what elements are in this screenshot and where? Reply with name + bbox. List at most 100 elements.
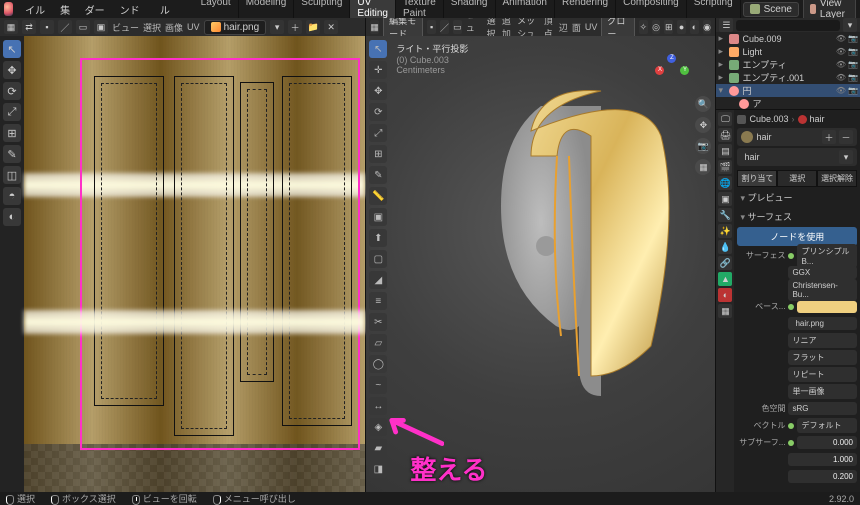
gizmo-x[interactable]: X (655, 66, 664, 75)
eye-icon[interactable]: 👁 (836, 47, 846, 56)
uv-editor-type-icon[interactable]: ▦ (4, 20, 18, 34)
uv-menu-view[interactable]: ビュー (112, 21, 139, 34)
view-tool-inset[interactable]: ▢ (369, 250, 387, 268)
mode-selector[interactable]: 編集モード (383, 18, 423, 36)
uv-island[interactable] (240, 82, 274, 382)
uv-tool-annotate[interactable]: ✎ (3, 145, 21, 163)
view-tool-rip[interactable]: ◨ (369, 460, 387, 478)
view-tool-addcube[interactable]: ▣ (369, 208, 387, 226)
proptab-render[interactable]: 🖵 (718, 112, 732, 126)
basecolor-swatch[interactable] (797, 301, 857, 313)
slot-add-icon[interactable]: ＋ (822, 130, 836, 144)
view-tool-bevel[interactable]: ◢ (369, 271, 387, 289)
proptab-material[interactable]: ◐ (718, 288, 732, 302)
uv-island[interactable] (174, 76, 234, 436)
surface-shader-select[interactable]: プリンシプルB... (797, 244, 857, 268)
source-select[interactable]: 単一画像 (788, 384, 857, 399)
uv-image-new-icon[interactable]: ＋ (288, 20, 302, 34)
view-tool-rotate[interactable]: ⟳ (369, 103, 387, 121)
view-tool-shrink[interactable]: ◈ (369, 418, 387, 436)
projection-select[interactable]: フラット (788, 350, 857, 365)
material-browse-icon[interactable]: ▾ (839, 150, 853, 164)
eye-icon[interactable]: 👁 (836, 86, 846, 95)
interp-select[interactable]: リニア (788, 333, 857, 348)
uv-edge-select-icon[interactable]: ／ (58, 20, 72, 34)
view-tool-extrude[interactable]: ⬆ (369, 229, 387, 247)
uv-tool-transform[interactable]: ⊞ (3, 124, 21, 142)
uv-vert-select-icon[interactable]: ▪ (40, 20, 54, 34)
uv-face-select-icon[interactable]: ▭ (76, 20, 90, 34)
gizmo-y[interactable]: Y (680, 66, 689, 75)
view-tool-move[interactable]: ✥ (369, 82, 387, 100)
outliner-row[interactable]: ▸Light👁📷 (716, 45, 860, 58)
proptab-viewlayer[interactable]: ▤ (718, 144, 732, 158)
subsurface-value[interactable]: 0.000 (797, 436, 857, 449)
viewport-type-icon[interactable]: ▦ (370, 20, 379, 34)
view-tool-measure[interactable]: 📏 (369, 187, 387, 205)
distribution-select[interactable]: GGX (788, 266, 857, 279)
eye-icon[interactable]: 👁 (836, 34, 846, 43)
outliner-row[interactable]: ▸Cube.009👁📷 (716, 32, 860, 45)
propedit-icon[interactable]: ◎ (652, 20, 661, 34)
outliner-row[interactable]: ア (716, 97, 860, 110)
outliner-row[interactable]: ▸エンプティ👁📷 (716, 58, 860, 71)
view-tool-select[interactable]: ↖ (369, 40, 387, 58)
proptab-physics[interactable]: 💧 (718, 240, 732, 254)
render-icon[interactable]: 📷 (848, 73, 858, 82)
proptab-meshdata[interactable]: ▲ (718, 272, 732, 286)
mat-assign-button[interactable]: 割り当て (737, 170, 777, 187)
proptab-particles[interactable]: ✨ (718, 224, 732, 238)
material-slot[interactable]: hair ＋ － (737, 128, 857, 146)
view-tool-shear[interactable]: ▰ (369, 439, 387, 457)
view-tool-slide[interactable]: ↔ (369, 397, 387, 415)
view-tool-knife[interactable]: ✂ (369, 313, 387, 331)
select-edge-icon[interactable]: ／ (440, 20, 449, 34)
uv-image-filename-field[interactable]: hair.png (204, 20, 267, 35)
uv-image-unlink-icon[interactable]: ✕ (324, 20, 338, 34)
view-menu-vertex[interactable]: 頂点 (544, 18, 555, 36)
colorspace-select[interactable]: sRG (788, 402, 857, 415)
shade-solid-icon[interactable]: ● (677, 20, 686, 34)
uv-tool-rotate[interactable]: ⟳ (3, 82, 21, 100)
outliner-type-icon[interactable]: ☰ (719, 18, 733, 32)
uv-island[interactable] (282, 76, 352, 426)
eye-icon[interactable]: 👁 (836, 73, 846, 82)
view-menu-face[interactable]: 面 (572, 21, 581, 34)
extension-select[interactable]: リピート (788, 367, 857, 382)
view-tool-spin[interactable]: ◯ (369, 355, 387, 373)
vector-select[interactable]: デフォルト (797, 418, 857, 433)
render-icon[interactable]: 📷 (848, 60, 858, 69)
uv-tool-grab[interactable]: ◓ (3, 187, 21, 205)
render-icon[interactable]: 📷 (848, 47, 858, 56)
outliner-row[interactable]: ▾円👁📷 (716, 84, 860, 97)
subsurf-method-select[interactable]: Christensen-Bu... (788, 279, 857, 301)
section-preview[interactable]: プレビュー (737, 189, 857, 206)
proptab-world[interactable]: 🌐 (718, 176, 732, 190)
persp-ortho-icon[interactable]: ▦ (695, 159, 711, 175)
uv-canvas[interactable] (24, 36, 365, 492)
outliner-search[interactable] (736, 20, 840, 31)
view-menu-select[interactable]: 選択 (487, 18, 498, 36)
view-tool-loopcut[interactable]: ≡ (369, 292, 387, 310)
uv-tool-cursor[interactable]: ↖ (3, 40, 21, 58)
uv-tool-move[interactable]: ✥ (3, 61, 21, 79)
shade-wire-icon[interactable]: ⊞ (664, 20, 673, 34)
uv-menu-image[interactable]: 画像 (165, 21, 183, 34)
view-tool-transform[interactable]: ⊞ (369, 145, 387, 163)
view-tool-smooth[interactable]: ~ (369, 376, 387, 394)
view-tool-cursor[interactable]: ✛ (369, 61, 387, 79)
render-icon[interactable]: 📷 (848, 86, 858, 95)
view-menu-edge[interactable]: 辺 (559, 21, 568, 34)
move-view-icon[interactable]: ✥ (695, 117, 711, 133)
uv-island[interactable] (94, 76, 164, 406)
proptab-modifier[interactable]: 🔧 (718, 208, 732, 222)
view-menu-mesh[interactable]: メッシュ (517, 18, 540, 36)
view-tool-polybuild[interactable]: ▱ (369, 334, 387, 352)
view-menu-add[interactable]: 追加 (502, 18, 513, 36)
image-texture-file[interactable]: hair.png (788, 317, 857, 330)
uv-image-browse-icon[interactable]: ▾ (270, 20, 284, 34)
scene-selector[interactable]: Scene (743, 2, 799, 17)
transform-orientation[interactable]: グロー... (601, 18, 635, 36)
proptab-constraint[interactable]: 🔗 (718, 256, 732, 270)
uv-tool-rip[interactable]: ◫ (3, 166, 21, 184)
